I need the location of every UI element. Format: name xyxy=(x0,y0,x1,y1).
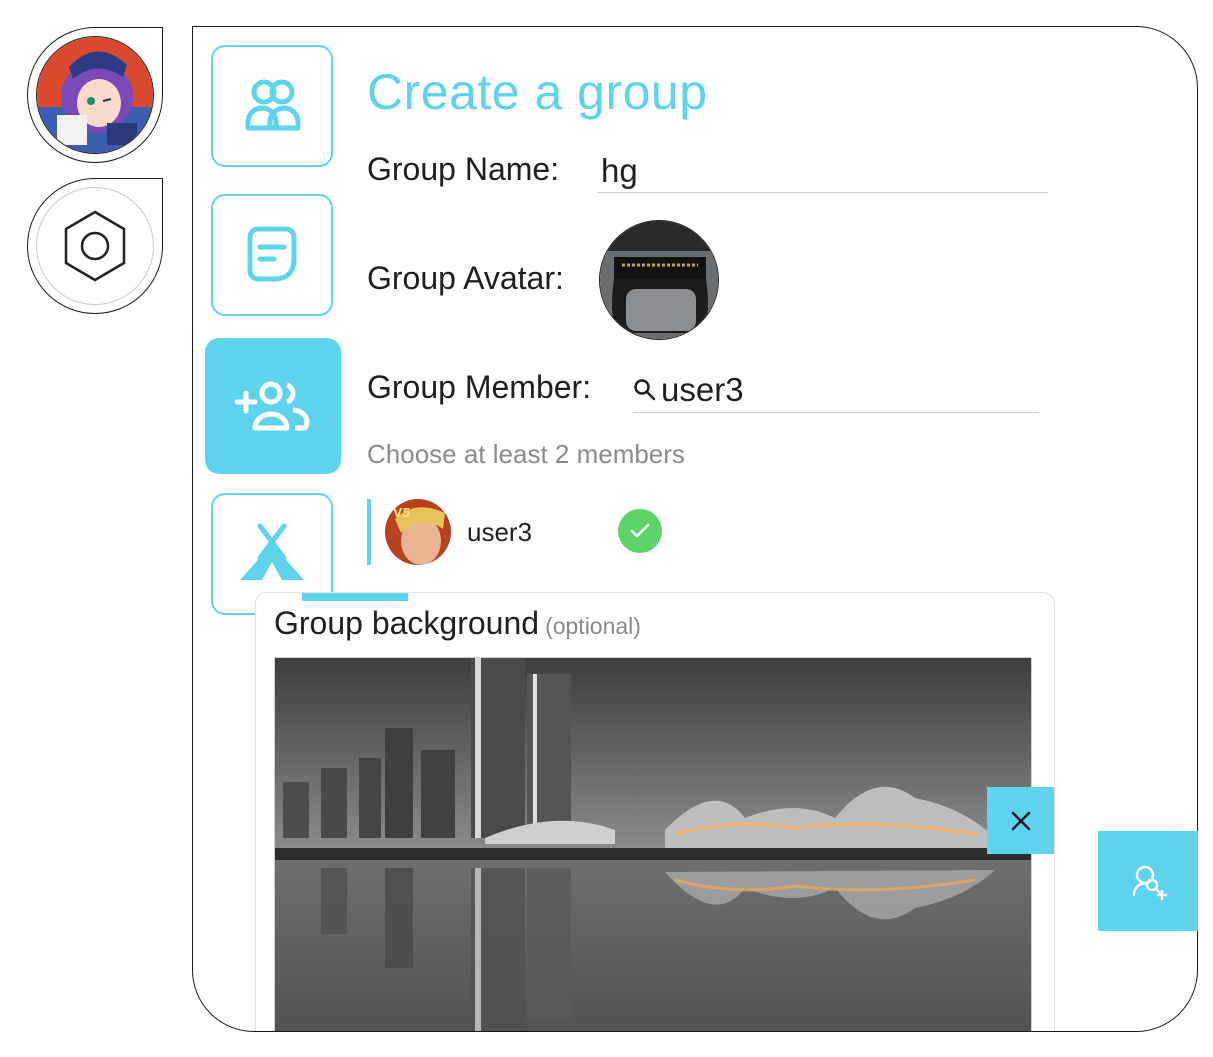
member-avatar-image: V5 xyxy=(385,499,451,565)
tab-groups[interactable] xyxy=(211,45,333,167)
add-group-icon xyxy=(234,381,310,431)
group-avatar-picker[interactable] xyxy=(599,220,719,340)
profile-avatar xyxy=(36,36,154,154)
settings-button[interactable] xyxy=(27,178,163,314)
find-user-add-icon xyxy=(1132,865,1168,901)
find-user-add-button[interactable] xyxy=(1098,831,1198,931)
group-background-label: Group background xyxy=(274,605,540,641)
member-name: user3 xyxy=(467,516,533,547)
card-accent-bar xyxy=(302,593,408,601)
chat-note-icon xyxy=(247,226,297,282)
tent-icon xyxy=(240,523,304,580)
hexagon-settings-icon xyxy=(64,210,126,282)
member-hint: Choose at least 2 members xyxy=(367,439,685,469)
group-name-input[interactable] xyxy=(597,149,1048,193)
member-search-field[interactable] xyxy=(633,367,1039,413)
group-background-card: Group background (optional) xyxy=(255,592,1055,1031)
settings-ring xyxy=(36,187,154,305)
close-background-button[interactable] xyxy=(987,787,1054,854)
tab-messages[interactable] xyxy=(211,194,333,316)
member-avatar: V5 xyxy=(385,499,451,565)
group-avatar-image xyxy=(600,221,718,339)
group-member-label: Group Member: xyxy=(367,369,592,405)
city-skyline-image xyxy=(275,658,1031,1031)
search-icon xyxy=(634,378,656,400)
group-avatar-label: Group Avatar: xyxy=(367,260,564,296)
member-search-input[interactable] xyxy=(657,370,1021,409)
optional-label: (optional) xyxy=(545,613,641,639)
profile-avatar-button[interactable] xyxy=(27,27,163,163)
anime-avatar-image xyxy=(37,37,153,153)
group-name-label: Group Name: xyxy=(367,151,560,187)
tab-create-group[interactable] xyxy=(205,338,341,474)
create-group-panel: Create a group Group Name: Group Avatar:… xyxy=(192,26,1198,1032)
close-icon xyxy=(1011,811,1030,830)
page-title: Create a group xyxy=(367,64,708,120)
group-background-title: Group background (optional) xyxy=(274,605,641,642)
svg-text:V5: V5 xyxy=(393,506,411,520)
check-icon xyxy=(630,523,650,538)
people-icon xyxy=(245,79,301,131)
member-selected-check[interactable] xyxy=(618,509,662,553)
group-background-image[interactable] xyxy=(274,657,1032,1031)
